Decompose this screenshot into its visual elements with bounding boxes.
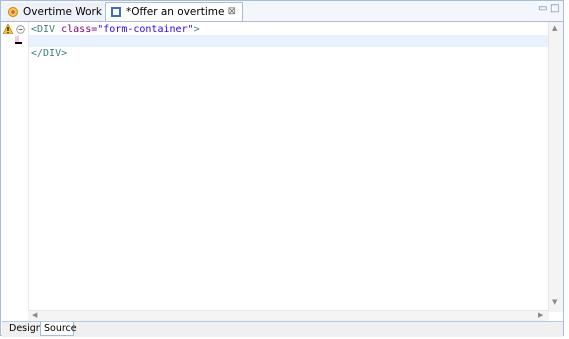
scroll-down-icon[interactable]: ▼ (552, 298, 557, 306)
attribute-value: "form-container" (97, 24, 194, 35)
fold-minus-icon[interactable] (16, 25, 25, 34)
editor-window: Overtime Work *Offer an overtime work ⊠ … (0, 0, 564, 337)
overview-ruler (2, 22, 14, 312)
warning-icon[interactable] (3, 24, 13, 34)
editor-tab-bar: Overtime Work *Offer an overtime work ⊠ … (1, 1, 563, 36)
tab-source[interactable]: Source (40, 322, 77, 336)
scroll-up-icon[interactable]: ▲ (552, 24, 557, 32)
fold-gutter (14, 22, 28, 312)
scroll-right-icon[interactable]: ▶ (538, 311, 543, 319)
code-line-1: <DIV class="form-container"> (31, 24, 200, 36)
tab-overtime-work[interactable]: Overtime Work (3, 3, 103, 21)
scroll-left-icon[interactable]: ◀ (32, 311, 37, 319)
tab-offer-overtime-work[interactable]: *Offer an overtime work ⊠ (105, 2, 243, 36)
code-line-3: </DIV> (31, 48, 68, 59)
text-cursor (15, 42, 22, 44)
html-file-icon (111, 7, 121, 17)
minimize-icon[interactable]: ▭ (538, 3, 547, 14)
tab-design[interactable]: Design (6, 322, 42, 336)
editor-mode-tabs: Design Source (2, 321, 563, 337)
maximize-icon[interactable]: □ (550, 3, 559, 14)
vertical-scrollbar[interactable]: ▲ ▼ (548, 22, 563, 312)
close-icon[interactable]: ⊠ (228, 3, 236, 21)
form-icon (8, 7, 18, 17)
current-line-highlight (29, 35, 551, 47)
source-editor[interactable]: <DIV class="form-container"> </DIV> ▲ ▼ (2, 22, 563, 312)
tab-label: Overtime Work (23, 6, 102, 18)
attribute-name: class= (61, 24, 98, 35)
gutter-divider (28, 22, 29, 312)
tag-close: > (193, 24, 200, 35)
tag-open: <DIV (31, 24, 62, 35)
